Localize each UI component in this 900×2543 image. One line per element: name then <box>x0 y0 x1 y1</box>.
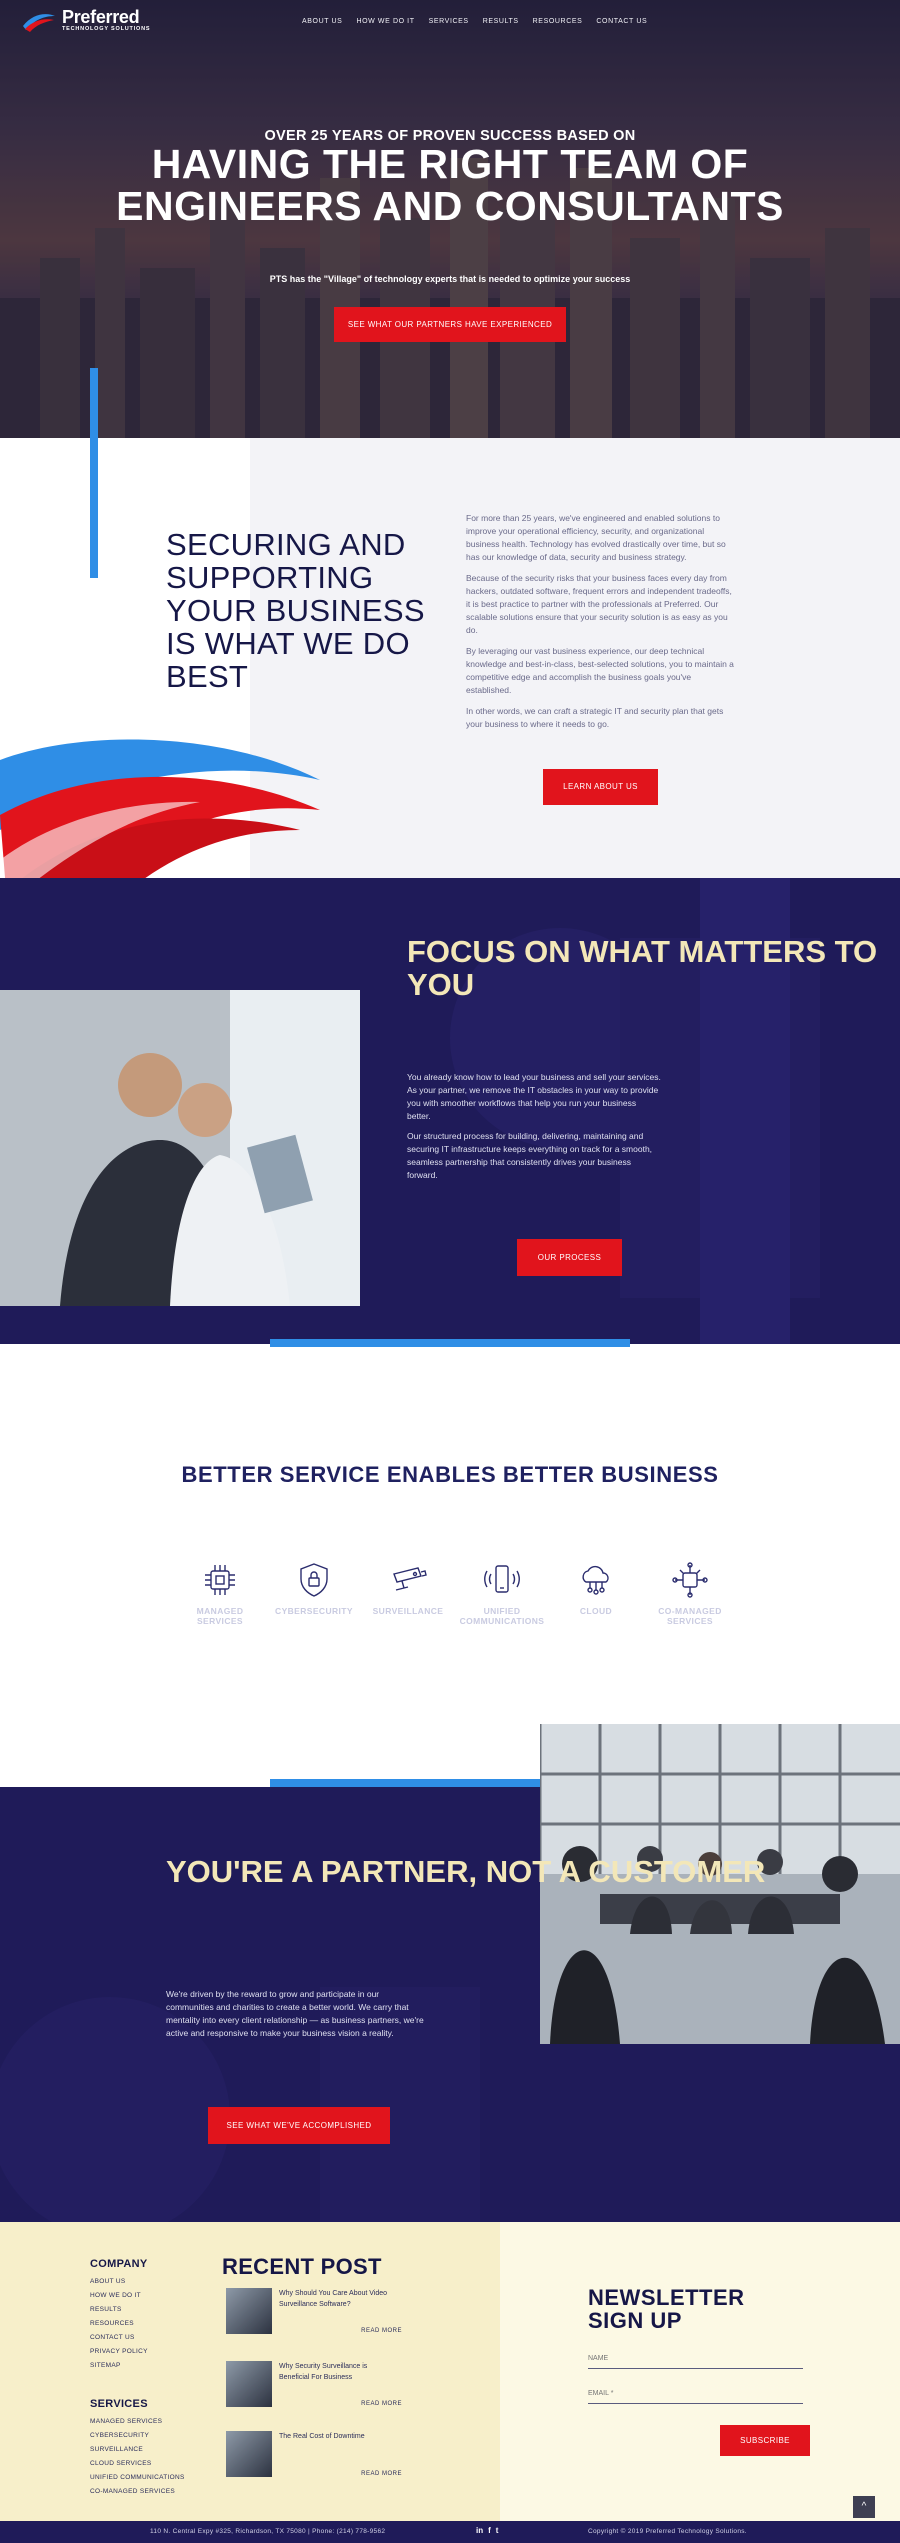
phone-icon <box>484 1565 520 1593</box>
main-nav: ABOUT US HOW WE DO IT SERVICES RESULTS R… <box>302 18 661 25</box>
recent-post-item[interactable]: Why Should You Care About Video Surveill… <box>222 2288 402 2340</box>
nav-results[interactable]: RESULTS <box>483 18 519 25</box>
linkedin-icon[interactable]: in <box>476 2526 483 2535</box>
newsletter-heading: NEWSLETTER SIGN UP <box>588 2285 745 2333</box>
camera-icon <box>393 1567 427 1591</box>
services-list: MANAGED SERVICES CYBERSECURITY SURVEILLA… <box>175 1560 735 1626</box>
newsletter-panel <box>500 2222 900 2521</box>
nav-resources[interactable]: RESOURCES <box>533 18 583 25</box>
service-label: MANAGED SERVICES <box>196 1606 244 1626</box>
securing-text: For more than 25 years, we've engineered… <box>466 512 736 739</box>
nav-services[interactable]: SERVICES <box>429 18 469 25</box>
post-title[interactable]: Why Security Surveillance is Beneficial … <box>279 2361 399 2383</box>
hero-title: HAVING THE RIGHT TEAM OF ENGINEERS AND C… <box>116 141 784 229</box>
bottom-bar <box>0 2521 900 2543</box>
post-title[interactable]: Why Should You Care About Video Surveill… <box>279 2288 399 2310</box>
service-unified-communications[interactable]: UNIFIED COMMUNICATIONS <box>457 1560 547 1626</box>
footer-address: 110 N. Central Expy #325, Richardson, TX… <box>150 2528 386 2535</box>
service-label: SURVEILLANCE <box>372 1606 444 1616</box>
nav-contact-us[interactable]: CONTACT US <box>596 18 647 25</box>
focus-paragraph: Our structured process for building, del… <box>407 1131 653 1180</box>
service-managed-services[interactable]: MANAGED SERVICES <box>175 1560 265 1626</box>
partner-text: We're driven by the reward to grow and p… <box>166 1989 424 2038</box>
our-process-button[interactable]: OUR PROCESS <box>517 1239 622 1276</box>
logo-tagline: TECHNOLOGY SOLUTIONS <box>62 26 151 32</box>
service-cybersecurity[interactable]: CYBERSECURITY <box>269 1560 359 1626</box>
footer-company-column: COMPANY ABOUT US HOW WE DO IT RESULTS RE… <box>90 2258 148 2373</box>
scroll-to-top-button[interactable]: ^ <box>853 2496 875 2518</box>
service-label: CYBERSECURITY <box>275 1606 353 1616</box>
footer-link[interactable]: UNIFIED COMMUNICATIONS <box>90 2471 185 2485</box>
post-thumbnail <box>226 2361 272 2407</box>
partner-title: YOU'RE A PARTNER, NOT A CUSTOMER <box>166 1854 766 1889</box>
recent-post-item[interactable]: Why Security Surveillance is Beneficial … <box>222 2361 402 2413</box>
twitter-icon[interactable]: t <box>496 2526 499 2535</box>
footer-company-heading: COMPANY <box>90 2258 148 2270</box>
learn-about-us-button[interactable]: LEARN ABOUT US <box>543 769 658 805</box>
service-label: UNIFIED COMMUNICATIONS <box>459 1606 545 1626</box>
footer-link[interactable]: MANAGED SERVICES <box>90 2415 185 2429</box>
service-co-managed-services[interactable]: CO-MANAGED SERVICES <box>645 1560 735 1626</box>
network-icon <box>672 1562 708 1598</box>
footer-link[interactable]: RESULTS <box>90 2303 148 2317</box>
service-cloud[interactable]: CLOUD <box>551 1560 641 1626</box>
footer-services-column: SERVICES MANAGED SERVICES CYBERSECURITY … <box>90 2398 185 2499</box>
footer-link[interactable]: PRIVACY POLICY <box>90 2345 148 2359</box>
recent-post-item[interactable]: The Real Cost of Downtime READ MORE <box>222 2431 402 2483</box>
post-thumbnail <box>226 2431 272 2477</box>
accomplished-button[interactable]: SEE WHAT WE'VE ACCOMPLISHED <box>208 2107 390 2144</box>
footer-link[interactable]: CO-MANAGED SERVICES <box>90 2485 185 2499</box>
facebook-icon[interactable]: f <box>488 2526 491 2535</box>
securing-paragraph: In other words, we can craft a strategic… <box>466 706 724 729</box>
focus-paragraph: You already know how to lead your busine… <box>407 1072 661 1121</box>
copyright: Copyright © 2019 Preferred Technology So… <box>588 2528 747 2535</box>
footer-link[interactable]: ABOUT US <box>90 2275 148 2289</box>
read-more-link[interactable]: READ MORE <box>361 2401 402 2407</box>
nav-how-we-do-it[interactable]: HOW WE DO IT <box>356 18 414 25</box>
footer-link[interactable]: CYBERSECURITY <box>90 2429 185 2443</box>
footer-link[interactable]: HOW WE DO IT <box>90 2289 148 2303</box>
shield-lock-icon <box>300 1563 328 1597</box>
partners-experienced-button[interactable]: SEE WHAT OUR PARTNERS HAVE EXPERIENCED <box>334 307 566 342</box>
securing-paragraph: By leveraging our vast business experien… <box>466 646 734 695</box>
footer-link[interactable]: SURVEILLANCE <box>90 2443 185 2457</box>
services-title: BETTER SERVICE ENABLES BETTER BUSINESS <box>181 1462 719 1487</box>
hero-subtitle: PTS has the "Village" of technology expe… <box>269 274 631 284</box>
newsletter-name-field[interactable] <box>588 2349 803 2369</box>
footer-link[interactable]: CLOUD SERVICES <box>90 2457 185 2471</box>
chip-icon <box>205 1565 235 1595</box>
focus-text: You already know how to lead your busine… <box>407 1071 662 1189</box>
focus-title: FOCUS ON WHAT MATTERS TO YOU <box>407 934 878 1002</box>
read-more-link[interactable]: READ MORE <box>361 2471 402 2477</box>
securing-title: SECURING AND SUPPORTING YOUR BUSINESS IS… <box>166 527 425 694</box>
securing-paragraph: Because of the security risks that your … <box>466 573 732 635</box>
cloud-icon <box>582 1565 609 1595</box>
newsletter-email-field[interactable] <box>588 2384 803 2404</box>
logo-name: Preferred <box>62 7 140 27</box>
footer-link[interactable]: RESOURCES <box>90 2317 148 2331</box>
footer-services-heading: SERVICES <box>90 2398 148 2410</box>
post-title[interactable]: The Real Cost of Downtime <box>279 2431 399 2442</box>
recent-post-heading: RECENT POST <box>222 2254 382 2279</box>
business-meeting-photo <box>0 990 360 1306</box>
logo-swoosh-icon <box>23 13 55 32</box>
blue-accent-bar <box>270 1339 630 1347</box>
footer-link[interactable]: CONTACT US <box>90 2331 148 2345</box>
service-label: CLOUD <box>579 1606 613 1616</box>
subscribe-button[interactable]: SUBSCRIBE <box>720 2425 810 2456</box>
service-label: CO-MANAGED SERVICES <box>658 1606 722 1626</box>
read-more-link[interactable]: READ MORE <box>361 2328 402 2334</box>
service-surveillance[interactable]: SURVEILLANCE <box>363 1560 453 1626</box>
footer-link[interactable]: SITEMAP <box>90 2359 148 2373</box>
nav-about-us[interactable]: ABOUT US <box>302 18 342 25</box>
social-links: in f t <box>476 2526 498 2535</box>
recent-post-heading-wrap: RECENT POST <box>222 2254 422 2280</box>
site-logo[interactable]: Preferred TECHNOLOGY SOLUTIONS <box>22 8 150 33</box>
blue-accent-bar <box>90 368 98 578</box>
post-thumbnail <box>226 2288 272 2334</box>
securing-paragraph: For more than 25 years, we've engineered… <box>466 513 726 562</box>
